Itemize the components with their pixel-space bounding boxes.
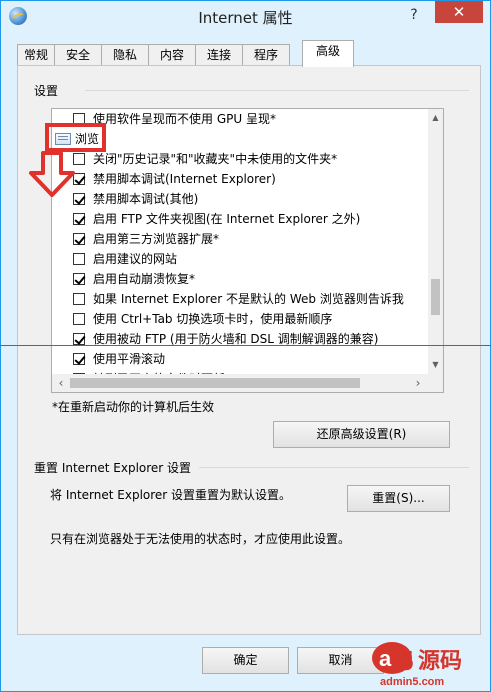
setting-label: 使用 Ctrl+Tab 切换选项卡时，使用最新顺序	[93, 312, 333, 326]
checkbox[interactable]	[73, 213, 85, 225]
setting-label: 关闭"历史记录"和"收藏夹"中未使用的文件夹*	[93, 152, 338, 166]
reset-divider	[199, 467, 469, 468]
setting-row-crash-recovery[interactable]: 启用自动崩溃恢复*	[52, 269, 428, 289]
down-arrow-annotation-icon	[29, 151, 75, 197]
setting-row-default-browser-check[interactable]: 如果 Internet Explorer 不是默认的 Web 浏览器则告诉我	[52, 289, 428, 309]
tab-privacy[interactable]: 隐私	[101, 44, 149, 66]
reset-description: 将 Internet Explorer 设置重置为默认设置。	[50, 488, 292, 502]
checkbox[interactable]	[73, 333, 85, 345]
reset-section-label: 重置 Internet Explorer 设置	[34, 461, 192, 475]
internet-properties-window: Internet 属性 ? ✕ 常规 安全 隐私 内容 连接 程序 高级 设置 …	[0, 0, 491, 692]
scrollbar-corner	[428, 374, 443, 392]
title-bar[interactable]: Internet 属性 ? ✕	[1, 1, 490, 33]
advanced-settings-list[interactable]: 使用软件呈现而不使用 GPU 呈现* 浏览 关闭"历史记录"和"收藏夹"中未使用…	[51, 108, 444, 393]
setting-label: 启用第三方浏览器扩展*	[93, 232, 220, 246]
reset-button[interactable]: 重置(S)...	[347, 485, 450, 512]
restore-advanced-settings-button[interactable]: 还原高级设置(R)	[273, 421, 450, 448]
tab-security[interactable]: 安全	[54, 44, 102, 66]
scroll-up-arrow-icon[interactable]: ▲	[428, 111, 443, 125]
settings-section-label: 设置	[34, 84, 59, 98]
tab-content[interactable]: 内容	[148, 44, 196, 66]
horizontal-scroll-thumb[interactable]	[70, 378, 360, 388]
setting-row-gpu[interactable]: 使用软件呈现而不使用 GPU 呈现*	[52, 109, 428, 129]
setting-row-suggested-sites[interactable]: 启用建议的网站	[52, 249, 428, 269]
setting-label: 如果 Internet Explorer 不是默认的 Web 浏览器则告诉我	[93, 292, 404, 306]
tab-connections[interactable]: 连接	[195, 44, 243, 66]
checkbox[interactable]	[73, 293, 85, 305]
checkbox[interactable]	[73, 353, 85, 365]
setting-label: 使用平滑滚动	[93, 352, 166, 366]
tab-advanced[interactable]: 高级	[302, 40, 354, 67]
settings-divider	[85, 90, 469, 91]
setting-row-third-party-extensions[interactable]: 启用第三方浏览器扩展*	[52, 229, 428, 249]
setting-row-ctrl-tab-order[interactable]: 使用 Ctrl+Tab 切换选项卡时，使用最新顺序	[52, 309, 428, 329]
checkbox[interactable]	[73, 273, 85, 285]
setting-label: 禁用脚本调试(Internet Explorer)	[93, 172, 276, 186]
tab-programs[interactable]: 程序	[242, 44, 290, 66]
highlight-box	[45, 123, 106, 152]
checkbox[interactable]	[73, 233, 85, 245]
setting-label: 启用建议的网站	[93, 252, 178, 266]
setting-label: 使用软件呈现而不使用 GPU 呈现*	[93, 112, 276, 126]
reset-warning-note: 只有在浏览器处于无法使用的状态时，才应使用此设置。	[50, 532, 351, 546]
vertical-scroll-thumb[interactable]	[431, 279, 440, 315]
setting-label: 禁用脚本调试(其他)	[93, 192, 199, 206]
setting-row-ftp-folder-view[interactable]: 启用 FTP 文件夹视图(在 Internet Explorer 之外)	[52, 209, 428, 229]
annotation-line	[0, 345, 491, 346]
scroll-right-arrow-icon[interactable]: ›	[410, 374, 426, 392]
checkbox[interactable]	[73, 253, 85, 265]
svg-text:源码: 源码	[418, 649, 462, 674]
checkbox[interactable]	[73, 313, 85, 325]
setting-row-close-unused-folders[interactable]: 关闭"历史记录"和"收藏夹"中未使用的文件夹*	[52, 149, 428, 169]
help-button[interactable]: ?	[400, 3, 428, 27]
restart-note: *在重新启动你的计算机后生效	[52, 400, 215, 414]
watermark-site: admin5.com	[380, 676, 445, 688]
ok-button[interactable]: 确定	[202, 647, 289, 674]
svg-text:5: 5	[398, 645, 414, 676]
close-button[interactable]: ✕	[435, 1, 483, 23]
setting-label: 启用 FTP 文件夹视图(在 Internet Explorer 之外)	[93, 212, 361, 226]
vertical-scrollbar[interactable]: ▲ ▼	[428, 109, 443, 374]
setting-label: 使用被动 FTP (用于防火墙和 DSL 调制解调器的兼容)	[93, 332, 379, 346]
setting-row-passive-ftp[interactable]: 使用被动 FTP (用于防火墙和 DSL 调制解调器的兼容)	[52, 329, 428, 349]
scroll-down-arrow-icon[interactable]: ▼	[428, 358, 443, 372]
scroll-left-arrow-icon[interactable]: ‹	[53, 374, 69, 392]
tab-general[interactable]: 常规	[17, 44, 55, 66]
setting-row-disable-script-debug-ie[interactable]: 禁用脚本调试(Internet Explorer)	[52, 169, 428, 189]
svg-text:a: a	[379, 646, 392, 671]
setting-row-smooth-scrolling[interactable]: 使用平滑滚动	[52, 349, 428, 369]
setting-label: 启用自动崩溃恢复*	[93, 272, 196, 286]
horizontal-scrollbar[interactable]: ‹ ›	[52, 374, 428, 392]
setting-category-browsing: 浏览	[52, 129, 428, 149]
setting-row-disable-script-debug-other[interactable]: 禁用脚本调试(其他)	[52, 189, 428, 209]
